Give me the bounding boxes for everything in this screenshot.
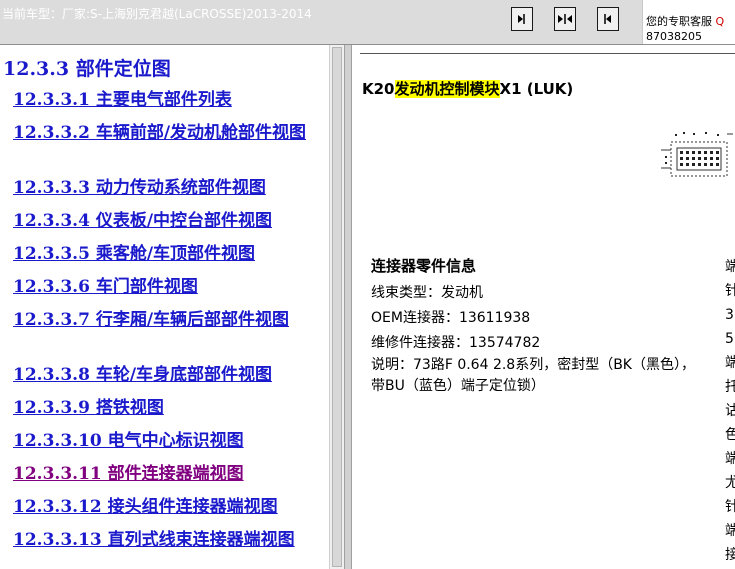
toc-scrollbar[interactable] (329, 45, 344, 569)
cut-char: 色 (725, 427, 735, 443)
oem-connector: OEM连接器：13611938 (371, 310, 531, 326)
cut-char: 3 (725, 307, 734, 323)
cut-char: 尤 (725, 475, 735, 491)
toc-item-passenger-roof-view[interactable]: 12.3.3.5 乘客舱/车顶部件视图 (13, 243, 323, 265)
toc-item-trunk-rear-view[interactable]: 12.3.3.7 行李厢/车辆后部部件视图 (0, 309, 326, 331)
content-top-rule (360, 53, 735, 54)
toc-item-wheel-underbody-view[interactable]: 12.3.3.8 车轮/车身底部部件视图 (13, 364, 323, 386)
arrow-right-icon (604, 14, 611, 24)
service-phone: 87038205 (646, 30, 702, 43)
toc-item-inline-harness-view[interactable]: 12.3.3.13 直列式线束连接器端视图 (0, 529, 326, 551)
next-page-button[interactable] (597, 7, 619, 31)
component-connector-id: X1 (LUK) (499, 80, 574, 98)
service-label: 您的专职客服 (646, 15, 712, 28)
toc-item-door-view[interactable]: 12.3.3.6 车门部件视图 (13, 276, 323, 298)
toc-pane: 12.3.3 部件定位图 12.3.3.1 主要电气部件列表 12.3.3.2 … (0, 45, 329, 569)
service-connector: 维修件连接器：13574782 (371, 335, 541, 351)
cut-char: 5 (725, 331, 734, 347)
toc-item-splice-connector-view[interactable]: 12.3.3.12 接头组件连接器端视图 (13, 496, 323, 518)
toc-title: 12.3.3 部件定位图 (3, 58, 171, 80)
component-title: K20发动机控制模块X1 (LUK) (362, 78, 573, 99)
sync-arrows-icon (558, 14, 572, 24)
component-name-highlight: 发动机控制模块 (394, 80, 500, 98)
cut-char: 端 (725, 523, 735, 539)
cut-char: 端 (725, 259, 735, 275)
customer-service-panel: 您的专职客服 Q 87038205 (642, 0, 735, 44)
toc-item-instrument-panel-view[interactable]: 12.3.3.4 仪表板/中控台部件视图 (13, 210, 323, 232)
connector-description: 说明：73路F 0.64 2.8系列，密封型（BK（黑色），带BU（蓝色）端子定… (371, 357, 695, 394)
cut-char: 针 (725, 499, 735, 515)
toc-item-powertrain-view[interactable]: 12.3.3.3 动力传动系统部件视图 (13, 177, 323, 199)
cut-char: 托 (725, 379, 735, 395)
arrow-left-icon (518, 14, 525, 24)
toc-item-electrical-center-view[interactable]: 12.3.3.10 电气中心标识视图 (13, 430, 323, 452)
cut-char: 端 (725, 355, 735, 371)
content-pane: K20发动机控制模块X1 (LUK) 连接器零件信息 线束类型：发动机 OEM连… (352, 45, 735, 569)
cut-char: 诂 (725, 403, 735, 419)
service-qq-link[interactable]: Q (716, 15, 725, 28)
sync-toc-button[interactable] (554, 7, 576, 31)
top-toolbar: 当前车型：厂家:S-上海别克君越(LaCROSSE)2013-2014 您的专职… (0, 0, 735, 45)
toc-item-main-electrical-list[interactable]: 12.3.3.1 主要电气部件列表 (13, 89, 323, 111)
truncated-column: 端 针 3 5 端 托 诂 色 端 尤 针 端 接 (725, 255, 735, 567)
cut-char: 接 (725, 547, 735, 563)
toc-item-ground-view[interactable]: 12.3.3.9 搭铁视图 (13, 397, 323, 419)
cut-char: 端 (725, 451, 735, 467)
toc-scrollbar-thumb[interactable] (332, 47, 342, 567)
harness-type: 线束类型：发动机 (371, 285, 483, 301)
cut-char: 针 (725, 283, 735, 299)
component-code: K20 (362, 80, 395, 98)
pane-splitter[interactable] (344, 45, 352, 569)
current-vehicle-label: 当前车型：厂家:S-上海别克君越(LaCROSSE)2013-2014 (2, 7, 312, 21)
service-label-line: 您的专职客服 Q (646, 13, 724, 29)
prev-page-button[interactable] (511, 7, 533, 31)
connector-end-view-image (661, 132, 733, 177)
toc-item-front-engine-view[interactable]: 12.3.3.2 车辆前部/发动机舱部件视图 (0, 122, 326, 144)
toc-item-component-connector-view[interactable]: 12.3.3.11 部件连接器端视图 (13, 463, 323, 485)
connector-info-heading: 连接器零件信息 (371, 257, 477, 275)
